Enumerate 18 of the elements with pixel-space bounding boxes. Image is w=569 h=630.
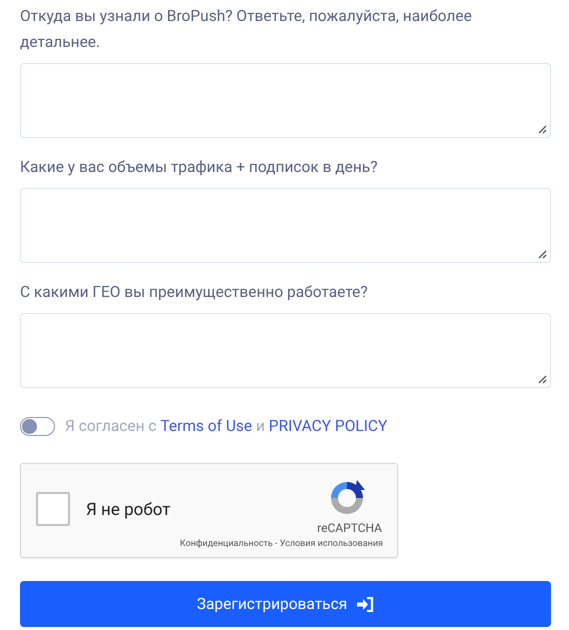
- field-label: Откуда вы узнали о BroPush? Ответьте, пожалуйста, наиболее детальнее.: [20, 6, 473, 53]
- resize-grip-icon[interactable]: [537, 124, 547, 134]
- field-label: Какие у вас объемы трафика + подписок в день?: [20, 157, 379, 178]
- captcha-checkbox[interactable]: [36, 492, 70, 526]
- toggle-switch[interactable]: [20, 416, 55, 436]
- field-label: С какими ГЕО вы преимущественно работаете?: [20, 282, 369, 303]
- consent-text: Я согласен с Terms of Use и PRIVACY POLICY: [65, 417, 388, 435]
- register-button[interactable]: Зарегистрироваться: [20, 581, 551, 627]
- resize-grip-icon[interactable]: [537, 249, 547, 259]
- captcha-links: Конфиденциальность - Условия использования: [180, 539, 383, 549]
- privacy-link[interactable]: PRIVACY POLICY: [268, 417, 388, 435]
- terms-link[interactable]: Terms of Use: [160, 417, 252, 435]
- captcha-brand: reCAPTCHA: [317, 521, 382, 535]
- captcha-label: Я не робот: [86, 500, 170, 522]
- privacy-link[interactable]: Конфиденциальность: [180, 539, 273, 549]
- terms-link[interactable]: Условия использования: [280, 539, 383, 549]
- resize-grip-icon[interactable]: [537, 374, 547, 384]
- sign-in-icon: [357, 596, 374, 612]
